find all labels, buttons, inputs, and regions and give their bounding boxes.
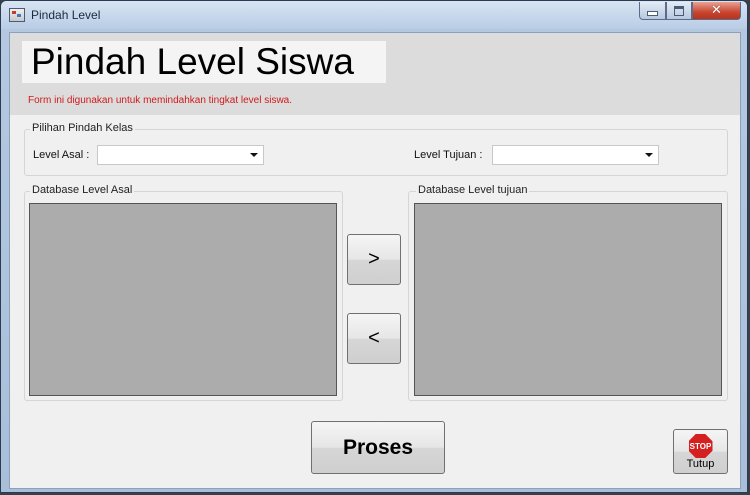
level-tujuan-label: Level Tujuan : [414,149,483,161]
minimize-icon [647,11,658,16]
level-asal-label: Level Asal : [33,149,90,161]
chevron-down-icon [250,153,258,157]
page-subtitle: Form ini digunakan untuk memindahkan tin… [28,95,293,106]
title-bar[interactable]: Pindah Level ✕ [1,1,747,29]
move-left-button[interactable]: < [347,313,401,364]
target-group-label: Database Level tujuan [416,184,530,196]
level-asal-select[interactable] [97,145,264,165]
target-level-list[interactable] [414,203,722,396]
form-client-area: Pindah Level Siswa Form ini digunakan un… [9,32,741,489]
tutup-label: Tutup [686,458,715,470]
source-level-list[interactable] [29,203,337,396]
app-icon[interactable] [9,8,25,22]
page-title: Pindah Level Siswa [22,41,386,83]
window-title: Pindah Level [31,8,101,22]
move-right-button[interactable]: > [347,234,401,285]
minimize-button[interactable] [639,2,666,20]
chevron-down-icon [645,153,653,157]
proses-button[interactable]: Proses [311,421,445,474]
close-icon: ✕ [711,3,722,18]
selection-group-label: Pilihan Pindah Kelas [30,122,135,134]
stop-sign-icon: STOP [688,434,713,458]
close-window-button[interactable]: ✕ [692,2,741,20]
source-group-label: Database Level Asal [30,184,135,196]
app-window: Pindah Level ✕ Pindah Level Siswa Form i… [0,0,748,493]
maximize-icon [674,5,684,16]
level-tujuan-select[interactable] [492,145,659,165]
header-panel: Pindah Level Siswa Form ini digunakan un… [10,33,740,115]
tutup-button[interactable]: STOP Tutup [673,429,728,474]
maximize-button[interactable] [666,2,692,20]
